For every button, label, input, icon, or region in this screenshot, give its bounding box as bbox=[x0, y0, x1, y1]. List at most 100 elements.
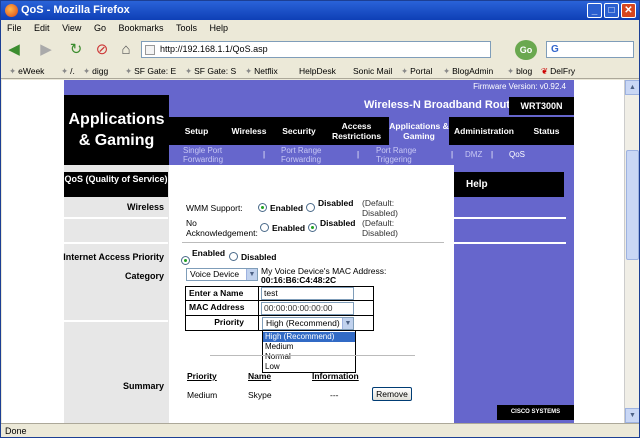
bookmark-item[interactable]: ✦ digg bbox=[83, 63, 108, 79]
forward-icon[interactable]: ▶ bbox=[37, 41, 55, 59]
menu-go[interactable]: Go bbox=[94, 23, 106, 33]
bookmark-item[interactable]: ✦ SF Gate: S bbox=[185, 63, 236, 79]
bookmark-item[interactable]: ✦ BlogAdmin bbox=[443, 63, 493, 79]
scroll-up-icon[interactable]: ▲ bbox=[625, 80, 639, 95]
device-mac-address: 00:16:B6:C4:48:2C bbox=[261, 275, 337, 285]
reload-icon[interactable]: ↻ bbox=[67, 41, 85, 59]
minimize-icon[interactable]: _ bbox=[587, 3, 602, 18]
subtab-qos[interactable]: QoS bbox=[509, 150, 525, 159]
subtab-separator: | bbox=[263, 150, 266, 159]
scroll-down-icon[interactable]: ▼ bbox=[625, 408, 639, 423]
menu-help[interactable]: Help bbox=[210, 23, 229, 33]
noack-disabled-radio[interactable] bbox=[308, 223, 317, 232]
divider bbox=[64, 242, 168, 244]
iap-disabled-radio[interactable] bbox=[229, 252, 238, 261]
menu-file[interactable]: File bbox=[7, 23, 22, 33]
subtab-single-port-forwarding[interactable]: Single Port Forwarding bbox=[183, 146, 243, 164]
home-icon[interactable]: ⌂ bbox=[117, 41, 135, 59]
divider bbox=[210, 355, 415, 356]
iap-enabled-radio[interactable] bbox=[181, 256, 190, 265]
priority-select[interactable]: High (Recommend) ▼ bbox=[262, 317, 354, 330]
page-content: Firmware Version: v0.92.4 Applications &… bbox=[2, 80, 639, 423]
name-input[interactable]: test bbox=[261, 287, 354, 300]
bookmark-item[interactable]: ✦ eWeek bbox=[9, 63, 44, 79]
priority-option[interactable]: Normal bbox=[263, 352, 355, 362]
summary-row-priority: Medium bbox=[187, 390, 218, 400]
name-field-label: Enter a Name bbox=[185, 286, 259, 301]
wmm-disabled-label: Disabled bbox=[318, 198, 354, 208]
scroll-thumb[interactable] bbox=[626, 150, 639, 260]
summary-header-name: Name bbox=[248, 371, 272, 381]
bookmark-item[interactable]: ✦ Netflix bbox=[245, 63, 278, 79]
mac-address-input[interactable]: 00:00:00:00:00:00 bbox=[261, 302, 354, 315]
wmm-enabled-radio[interactable] bbox=[258, 203, 267, 212]
tab-setup[interactable]: Setup bbox=[169, 117, 224, 145]
tab-security[interactable]: Security bbox=[274, 117, 324, 145]
category-select[interactable]: Voice Device ▼ bbox=[186, 268, 258, 281]
divider bbox=[182, 242, 444, 243]
divider bbox=[64, 217, 168, 219]
mac-field-label: MAC Address bbox=[185, 300, 259, 316]
bookmark-item[interactable]: Sonic Mail bbox=[353, 63, 392, 79]
qos-heading: QoS (Quality of Service) bbox=[64, 172, 168, 197]
url-text: http://192.168.1.1/QoS.asp bbox=[160, 44, 268, 54]
bookmark-item[interactable]: HelpDesk bbox=[299, 63, 336, 79]
summary-row-info: --- bbox=[330, 390, 339, 400]
bookmark-item[interactable]: ✦ SF Gate: E bbox=[125, 63, 176, 79]
vertical-scrollbar[interactable]: ▲ ▼ bbox=[624, 80, 639, 423]
close-icon[interactable]: ✕ bbox=[621, 3, 636, 18]
chevron-down-icon: ▼ bbox=[246, 269, 257, 280]
bookmark-item[interactable]: ✦ blog bbox=[507, 63, 532, 79]
maximize-icon[interactable]: □ bbox=[604, 3, 619, 18]
help-heading[interactable]: Help bbox=[454, 172, 564, 197]
status-text: Done bbox=[5, 426, 27, 436]
bookmark-item[interactable]: ✦ Portal bbox=[401, 63, 432, 79]
internet-access-priority-label: Internet Access Priority bbox=[63, 252, 164, 262]
remove-button[interactable]: Remove bbox=[372, 387, 412, 401]
section-title: Applications & Gaming bbox=[64, 95, 169, 165]
wmm-disabled-radio[interactable] bbox=[306, 203, 315, 212]
iap-disabled-label: Disabled bbox=[241, 252, 277, 262]
window-title: QoS - Mozilla Firefox bbox=[21, 4, 130, 16]
noack-enabled-radio[interactable] bbox=[260, 223, 269, 232]
browser-window: QoS - Mozilla Firefox _ □ ✕ File Edit Vi… bbox=[0, 0, 640, 438]
help-panel bbox=[454, 165, 574, 423]
divider bbox=[64, 320, 168, 322]
wmm-default-note: (Default: Disabled) bbox=[362, 198, 398, 218]
subtab-dmz[interactable]: DMZ bbox=[465, 150, 482, 159]
menu-tools[interactable]: Tools bbox=[176, 23, 197, 33]
menu-bookmarks[interactable]: Bookmarks bbox=[118, 23, 163, 33]
menu-view[interactable]: View bbox=[62, 23, 81, 33]
tab-status[interactable]: Status bbox=[519, 117, 574, 145]
menu-edit[interactable]: Edit bbox=[34, 23, 50, 33]
product-name: Wireless-N Broadband Router bbox=[364, 99, 521, 111]
subtab-port-range-forwarding[interactable]: Port Range Forwarding bbox=[281, 146, 341, 164]
go-button[interactable]: Go bbox=[515, 40, 537, 60]
search-box[interactable]: G bbox=[546, 41, 634, 58]
tab-access-restrictions[interactable]: Access Restrictions bbox=[324, 117, 389, 145]
firmware-version: Firmware Version: v0.92.4 bbox=[473, 82, 566, 91]
category-label: Category bbox=[124, 271, 164, 281]
tab-applications-gaming[interactable]: Applications & Gaming bbox=[389, 117, 449, 145]
subtab-port-range-triggering[interactable]: Port Range Triggering bbox=[376, 146, 436, 164]
tab-wireless[interactable]: Wireless bbox=[224, 117, 274, 145]
divider bbox=[454, 242, 566, 244]
priority-option[interactable]: High (Recommend) bbox=[263, 332, 355, 342]
status-bar: Done bbox=[1, 423, 639, 438]
tab-administration[interactable]: Administration bbox=[449, 117, 519, 145]
bookmarks-toolbar: ✦ eWeek ✦/. ✦ digg ✦ SF Gate: E ✦ SF Gate: S… bbox=[1, 63, 639, 79]
main-tabs: Setup Wireless Security Access Restricti… bbox=[169, 117, 574, 145]
navigation-toolbar: ◀ ▶ ↻ ⊘ ⌂ http://192.168.1.1/QoS.asp Go … bbox=[1, 37, 639, 63]
priority-label: Priority bbox=[185, 315, 259, 331]
stop-icon[interactable]: ⊘ bbox=[93, 41, 111, 59]
google-icon: G bbox=[551, 44, 559, 55]
subtab-separator: | bbox=[357, 150, 360, 159]
priority-dropdown: High (Recommend) Medium Normal Low bbox=[262, 330, 356, 373]
iap-enabled-label: Enabled bbox=[192, 248, 226, 258]
priority-option[interactable]: Medium bbox=[263, 342, 355, 352]
bookmark-item[interactable]: ❦ DelFry bbox=[541, 63, 575, 79]
bookmark-item[interactable]: ✦/. bbox=[61, 63, 75, 79]
back-icon[interactable]: ◀ bbox=[5, 41, 23, 59]
noack-default-note: (Default: Disabled) bbox=[362, 218, 398, 238]
url-bar[interactable]: http://192.168.1.1/QoS.asp bbox=[141, 41, 491, 58]
